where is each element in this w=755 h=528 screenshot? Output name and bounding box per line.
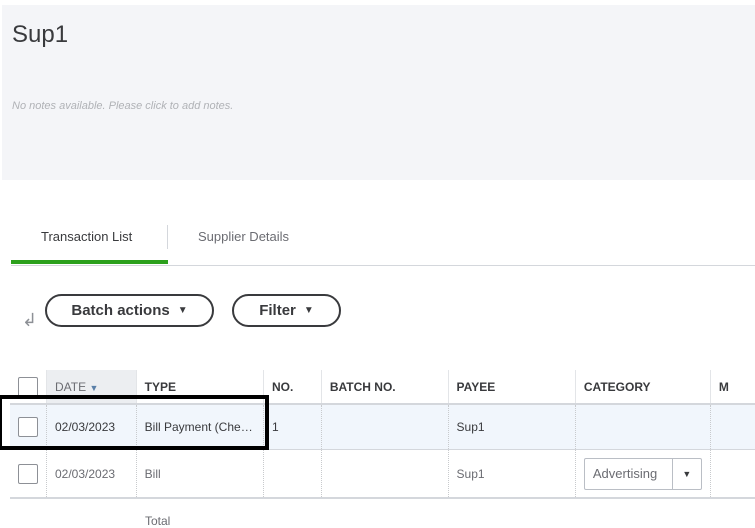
- batch-cell: [320, 449, 449, 499]
- category-cell: [574, 404, 711, 450]
- payee-cell: Sup1: [447, 404, 576, 450]
- batch-actions-button[interactable]: Batch actions ▼: [45, 294, 214, 327]
- notes-panel[interactable]: Sup1 No notes available. Please click to…: [2, 5, 755, 180]
- filter-label: Filter: [259, 302, 296, 319]
- total-label: Total: [145, 514, 171, 528]
- row-checkbox[interactable]: [18, 463, 38, 484]
- supplier-name: Sup1: [12, 21, 69, 48]
- column-no[interactable]: NO.: [262, 370, 322, 405]
- memo-cell: [709, 449, 755, 499]
- column-category[interactable]: CATEGORY: [574, 370, 711, 405]
- no-cell: 1: [262, 404, 322, 450]
- column-payee[interactable]: PAYEE: [447, 370, 576, 405]
- notes-placeholder[interactable]: No notes available. Please click to add …: [12, 100, 233, 112]
- category-select[interactable]: Advertising ▼: [583, 457, 702, 490]
- row-select-cell: [10, 449, 47, 499]
- payee-cell: Sup1: [447, 449, 576, 499]
- tab-bar: Transaction List Supplier Details: [11, 225, 755, 266]
- active-tab-underline: [11, 260, 168, 264]
- category-value: Advertising: [592, 466, 658, 481]
- type-cell: Bill: [135, 449, 264, 499]
- tab-divider: [167, 225, 168, 249]
- table-row[interactable]: 02/03/2023 Bill Sup1 Advertising ▼: [10, 449, 755, 499]
- tab-transaction-list[interactable]: Transaction List: [41, 229, 132, 244]
- filter-button[interactable]: Filter ▼: [232, 294, 341, 327]
- column-batch-no[interactable]: BATCH NO.: [320, 370, 449, 405]
- memo-cell: [709, 404, 755, 450]
- category-cell: Advertising ▼: [574, 449, 711, 499]
- tab-supplier-details[interactable]: Supplier Details: [198, 229, 289, 244]
- sort-arrow-icon[interactable]: ↲: [22, 310, 37, 331]
- caret-down-icon: ▼: [303, 305, 314, 316]
- column-memo[interactable]: M: [709, 370, 755, 405]
- caret-down-icon: ▼: [177, 305, 188, 316]
- chevron-down-icon[interactable]: ▼: [671, 458, 701, 489]
- no-cell: [262, 449, 322, 499]
- batch-cell: [320, 404, 449, 450]
- batch-actions-label: Batch actions: [71, 302, 170, 319]
- select-all-checkbox[interactable]: [18, 376, 38, 397]
- highlight-box: [0, 395, 269, 450]
- sort-desc-icon: ▼: [89, 382, 99, 393]
- date-cell: 02/03/2023: [46, 449, 137, 499]
- column-label: DATE: [55, 379, 87, 394]
